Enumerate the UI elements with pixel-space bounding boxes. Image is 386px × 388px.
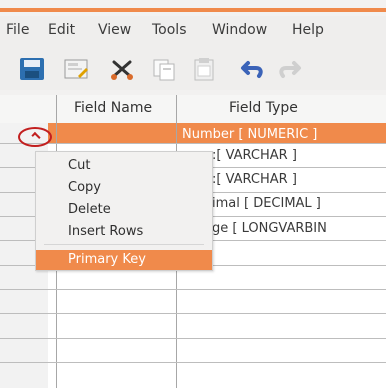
paste-icon[interactable] bbox=[190, 56, 218, 82]
menu-file[interactable]: File bbox=[6, 22, 29, 38]
context-menu: Cut Copy Delete Insert Rows Primary Key bbox=[35, 151, 213, 271]
header-field-type[interactable]: Field Type bbox=[176, 95, 386, 124]
context-primary-key-label: Primary Key bbox=[68, 252, 146, 267]
context-cut[interactable]: Cut bbox=[68, 158, 90, 173]
header-field-name[interactable]: Field Name bbox=[56, 95, 176, 124]
menu-view[interactable]: View bbox=[98, 22, 131, 38]
table-row-4-type[interactable]: imal [ DECIMAL ] bbox=[212, 196, 321, 211]
window-top-strip bbox=[0, 0, 386, 12]
menu-edit[interactable]: Edit bbox=[48, 22, 75, 38]
header-field-type-label: Field Type bbox=[229, 100, 298, 116]
undo-icon[interactable] bbox=[238, 56, 266, 82]
context-separator bbox=[44, 244, 204, 245]
save-icon[interactable] bbox=[18, 56, 46, 82]
table-row-5-type[interactable]: ge [ LONGVARBIN bbox=[212, 221, 327, 236]
table-row-2-type[interactable]: :[ VARCHAR ] bbox=[212, 148, 297, 163]
cut-icon[interactable] bbox=[108, 56, 136, 82]
context-delete[interactable]: Delete bbox=[68, 202, 111, 217]
menu-help[interactable]: Help bbox=[292, 22, 324, 38]
menu-bar: File Edit View Tools Window Help bbox=[0, 16, 386, 48]
context-copy[interactable]: Copy bbox=[68, 180, 101, 195]
table-row-1-type[interactable]: Number [ NUMERIC ] bbox=[182, 127, 317, 142]
copy-icon[interactable] bbox=[150, 56, 178, 82]
menu-tools[interactable]: Tools bbox=[152, 22, 187, 38]
selection-annotation-circle bbox=[18, 127, 52, 147]
header-cell-empty bbox=[0, 95, 56, 124]
header-field-name-label: Field Name bbox=[74, 100, 153, 116]
context-primary-key[interactable]: Primary Key bbox=[36, 250, 212, 270]
menu-window[interactable]: Window bbox=[212, 22, 267, 38]
context-insert-rows[interactable]: Insert Rows bbox=[68, 224, 143, 239]
toolbar bbox=[0, 48, 386, 90]
redo-icon[interactable] bbox=[276, 56, 304, 82]
edit-icon[interactable] bbox=[62, 56, 90, 82]
table-row-3-type[interactable]: :[ VARCHAR ] bbox=[212, 172, 297, 187]
